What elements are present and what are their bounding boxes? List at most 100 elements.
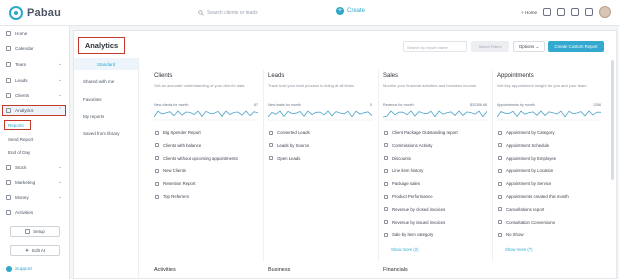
setup-button[interactable]: Setup xyxy=(10,226,60,237)
chevron-down-icon[interactable]: ⌄ xyxy=(58,179,62,185)
report-link[interactable]: Client Package Outstanding report xyxy=(384,130,458,135)
report-label: Leads by Source xyxy=(277,142,310,148)
report-label: Discounts xyxy=(392,155,411,161)
report-link[interactable]: Clients without upcoming appointments xyxy=(155,156,238,161)
sidebar-subitem-reports[interactable]: Reports xyxy=(8,123,24,128)
category-title-activities: Activities xyxy=(154,267,176,273)
calendar-icon xyxy=(6,46,11,51)
report-label: Commissions Activity xyxy=(392,142,433,148)
sidebar-item-stock[interactable]: Stock xyxy=(6,165,27,170)
report-link[interactable]: Converted Leads xyxy=(269,130,310,135)
bell-icon[interactable] xyxy=(585,8,593,16)
sidebar-item-home[interactable]: Home xyxy=(6,31,27,36)
chevron-down-icon[interactable]: ⌄ xyxy=(58,61,62,67)
sparkline-value: $32306.66 xyxy=(470,103,487,107)
report-label: Product Performance xyxy=(392,194,433,199)
report-link[interactable]: No Show xyxy=(498,232,523,237)
report-link[interactable]: Appointments created this month xyxy=(498,194,569,199)
subnav-item-my-reports[interactable]: My reports xyxy=(83,114,104,119)
create-custom-report-button[interactable]: Create Custom Report xyxy=(548,41,604,52)
report-link[interactable]: New Clients xyxy=(155,168,186,173)
subnav-item-standard[interactable]: Standard xyxy=(97,62,115,67)
sidebar-item-marketing[interactable]: Marketing xyxy=(6,180,35,185)
column-divider xyxy=(263,70,264,262)
sidebar-item-calendar[interactable]: Calendar xyxy=(6,46,34,51)
category-description: Get an accurate understanding of your cl… xyxy=(154,83,245,88)
user-avatar[interactable] xyxy=(599,6,611,18)
money-icon xyxy=(6,195,11,200)
options-dropdown[interactable]: Options ⌄ xyxy=(513,41,545,52)
report-icon xyxy=(155,168,159,173)
category-title: Sales xyxy=(383,73,399,79)
report-link[interactable]: Appointment by Service xyxy=(498,181,551,186)
report-link[interactable]: Appointment by Location xyxy=(498,168,553,173)
report-link[interactable]: Revenue by closed invoices xyxy=(384,207,445,212)
report-link[interactable]: Big Spender Report xyxy=(155,130,201,135)
clipboard-icon[interactable] xyxy=(543,8,551,16)
report-icon xyxy=(498,207,502,212)
report-icon xyxy=(269,143,273,148)
report-link[interactable]: Sale by item category xyxy=(384,232,433,237)
support-link[interactable]: Support xyxy=(6,266,32,272)
subnav-item-shared[interactable]: Shared with me xyxy=(83,79,114,84)
chevron-down-icon[interactable]: ⌄ xyxy=(58,77,62,83)
global-search-input[interactable]: Search clients or leads xyxy=(198,7,330,19)
report-link[interactable]: Appointment Schedule xyxy=(498,143,549,148)
report-link[interactable]: Retention Report xyxy=(155,181,196,186)
sidebar-item-money[interactable]: Money xyxy=(6,195,29,200)
sidebar-item-team[interactable]: Team xyxy=(6,62,26,67)
report-link[interactable]: Appointment by Category xyxy=(498,130,555,135)
chevron-up-icon[interactable]: ⌃ xyxy=(58,107,62,113)
edit-ai-button[interactable]: ✦ Edit AI xyxy=(10,245,60,256)
report-link[interactable]: Discounts xyxy=(384,156,411,161)
filters-select[interactable]: Select Filters xyxy=(471,41,509,52)
sparkline-label: New leads for month xyxy=(268,103,301,107)
report-label: Converted Leads xyxy=(277,130,310,135)
subnav-item-favorites[interactable]: Favorites xyxy=(83,97,102,102)
report-icon xyxy=(498,143,502,148)
report-link[interactable]: Package sales xyxy=(384,181,420,186)
chevron-down-icon[interactable]: ⌄ xyxy=(58,92,62,98)
marketing-icon xyxy=(6,180,11,185)
report-link[interactable]: Commissions Activity xyxy=(384,143,432,148)
logo[interactable]: Pabau xyxy=(9,6,61,20)
report-link[interactable]: Top Referrers xyxy=(155,194,189,199)
report-link[interactable]: Appointment by Employee xyxy=(498,156,556,161)
report-link[interactable]: Leads by Source xyxy=(269,143,309,148)
report-link[interactable]: Line item history xyxy=(384,168,423,173)
report-link[interactable]: Cancellations report xyxy=(498,207,544,212)
report-label: Top Referrers xyxy=(163,194,190,199)
sidebar-subitem-send-report[interactable]: Send Report xyxy=(8,137,33,142)
report-label: Appointment by Employee xyxy=(506,155,557,161)
report-link[interactable]: Revenue by issued invoices xyxy=(384,220,445,225)
leads-icon xyxy=(6,78,11,83)
report-icon xyxy=(498,130,502,135)
plus-icon: + xyxy=(336,7,344,15)
home-icon xyxy=(6,31,11,36)
sidebar-subitem-end-of-day[interactable]: End of Day xyxy=(8,150,30,155)
scrollbar[interactable] xyxy=(611,60,614,180)
sidebar-item-clients[interactable]: Clients xyxy=(6,93,29,98)
chevron-down-icon[interactable]: ⌄ xyxy=(58,194,62,200)
report-link[interactable]: Clients with balance xyxy=(155,143,201,148)
report-link[interactable]: Consultation Conversions xyxy=(498,220,555,225)
calendar-icon[interactable] xyxy=(557,8,565,16)
sidebar-item-analytics[interactable]: Analytics xyxy=(6,108,33,113)
home-button[interactable]: + Home xyxy=(521,10,537,15)
show-more-link[interactable]: Show more (7) xyxy=(505,247,532,252)
report-link[interactable]: Product Performance xyxy=(384,194,433,199)
report-icon xyxy=(498,194,502,199)
report-link[interactable]: Open Leads xyxy=(269,156,300,161)
chevron-down-icon[interactable]: ⌄ xyxy=(58,164,62,170)
gear-icon xyxy=(25,229,31,234)
sidebar-item-leads[interactable]: Leads xyxy=(6,78,28,83)
report-label: Clients with balance xyxy=(163,142,202,148)
support-label: Support xyxy=(15,266,32,272)
show-more-link[interactable]: Show more (2) xyxy=(391,247,418,252)
sidebar-item-activities[interactable]: Activities xyxy=(6,210,33,215)
chat-icon[interactable] xyxy=(571,8,579,16)
create-button[interactable]: + Create xyxy=(336,7,365,15)
report-search-input[interactable]: Search by report name xyxy=(403,41,467,52)
subnav-item-saved-library[interactable]: Saved from library xyxy=(83,131,120,136)
report-icon xyxy=(384,168,388,173)
